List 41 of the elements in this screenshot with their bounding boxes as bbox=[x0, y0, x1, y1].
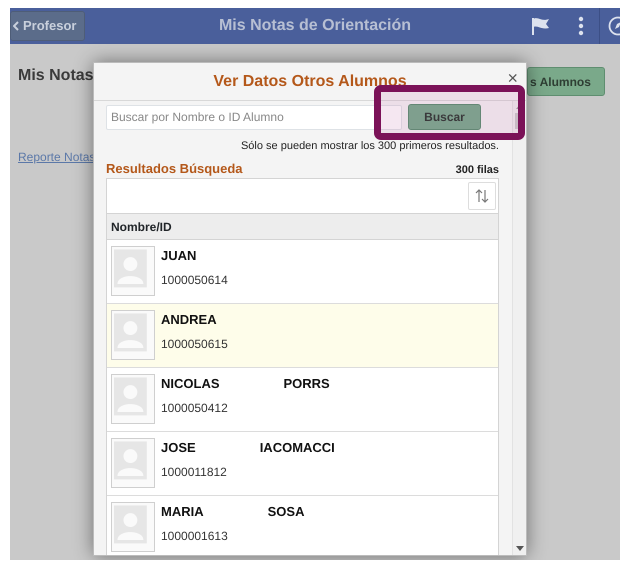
first-name: JOSE bbox=[161, 439, 196, 457]
results-title: Resultados Búsqueda bbox=[106, 160, 243, 178]
avatar-icon bbox=[111, 246, 155, 296]
student-id: 1000050412 bbox=[161, 400, 229, 416]
dialog-title: Ver Datos Otros Alumnos bbox=[213, 72, 407, 92]
last-name: IACOMACCI bbox=[260, 439, 335, 457]
compass-icon[interactable] bbox=[608, 16, 620, 36]
first-name: JUAN bbox=[161, 247, 196, 265]
student-row[interactable]: NICOLAS PORRS 1000050412 bbox=[107, 368, 498, 432]
column-header: Nombre/ID bbox=[107, 213, 498, 240]
student-id: 1000050615 bbox=[161, 336, 228, 352]
avatar-icon bbox=[111, 502, 155, 552]
page-title: Mis Notas de Orientación bbox=[218, 17, 412, 34]
search-field[interactable]: Buscar por Nombre o ID Alumno bbox=[106, 104, 402, 130]
first-name: NICOLAS bbox=[161, 375, 220, 393]
student-row[interactable]: JOSE IACOMACCI 1000011812 bbox=[107, 432, 498, 496]
search-button[interactable]: Buscar bbox=[408, 104, 481, 130]
student-id: 1000001613 bbox=[161, 528, 229, 544]
chevron-left-icon bbox=[13, 21, 19, 31]
avatar-icon bbox=[111, 438, 155, 488]
avatar-icon bbox=[111, 310, 155, 360]
results-note: Sólo se pueden mostrar los 300 primeros resultados. bbox=[240, 140, 499, 152]
last-name: PORRS bbox=[284, 375, 330, 393]
row-count: 300 filas bbox=[456, 162, 499, 178]
students-button[interactable]: s Alumnos bbox=[527, 67, 605, 96]
scrollbar[interactable] bbox=[512, 101, 526, 555]
flag-icon[interactable] bbox=[530, 16, 552, 36]
first-name: ANDREA bbox=[161, 311, 217, 329]
close-button[interactable]: × bbox=[507, 69, 518, 87]
last-name: SOSA bbox=[268, 503, 304, 521]
more-icon[interactable] bbox=[578, 16, 584, 36]
sort-icon bbox=[475, 189, 489, 203]
student-id: 1000011812 bbox=[161, 464, 228, 480]
student-id: 1000050614 bbox=[161, 272, 228, 288]
avatar-icon bbox=[111, 374, 155, 424]
scroll-down-icon[interactable] bbox=[516, 546, 524, 551]
first-name: MARIA bbox=[161, 503, 204, 521]
student-row[interactable]: ANDREA 1000050615 bbox=[107, 304, 498, 368]
student-row[interactable]: MARIA SOSA 1000001613 bbox=[107, 496, 498, 555]
section-title: Mis Notas bbox=[18, 66, 94, 86]
sort-button[interactable] bbox=[468, 182, 496, 210]
